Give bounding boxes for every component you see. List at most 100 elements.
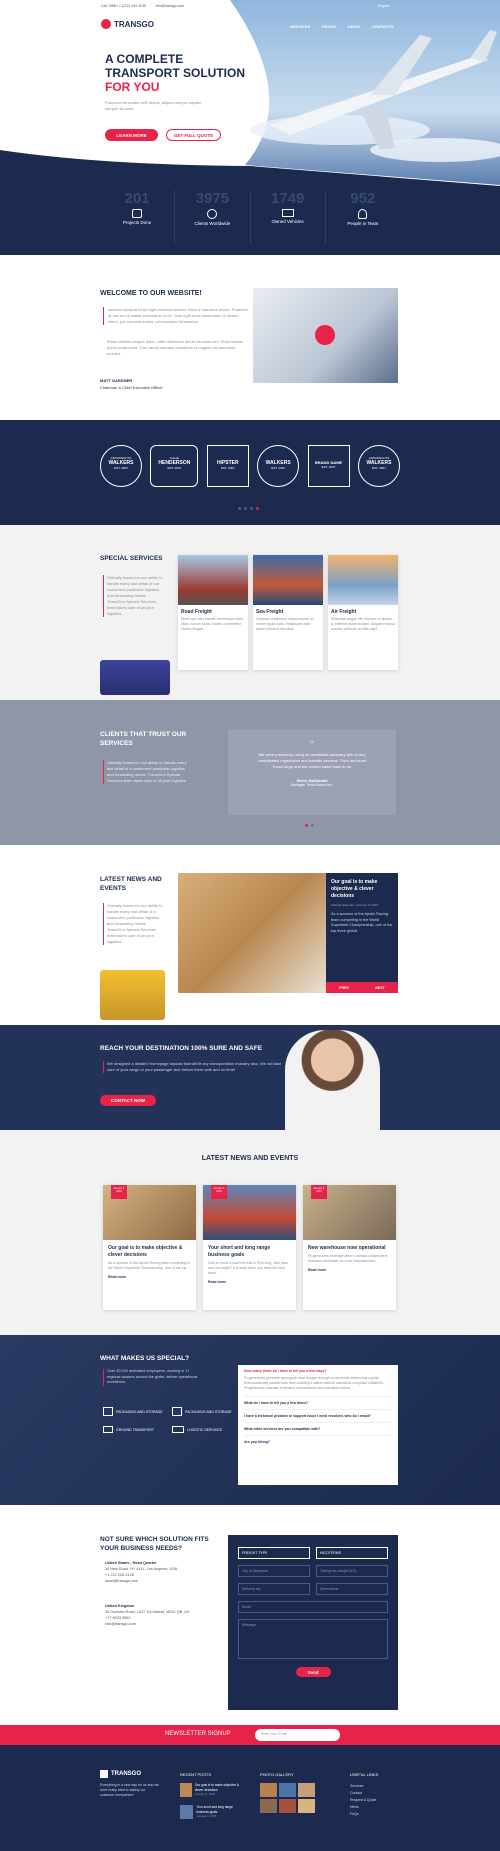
play-icon[interactable] [315,325,335,345]
air-freight-image [328,555,398,605]
gallery-photo[interactable] [260,1783,277,1797]
office-email[interactable]: info@transgo.com [105,1621,205,1627]
recent-post[interactable]: Our goal is to make objective & clever d… [180,1783,245,1797]
email-input[interactable]: Email [238,1601,388,1613]
news-card-text: As a sponsor of the Apollo Racing team c… [108,1261,191,1270]
clients-title: CLIENTS THAT TRUST OUR SERVICES [100,731,187,747]
truck-image [100,660,170,695]
stat-label: Owned Vehicles [271,219,304,224]
useful-links-title: USEFUL LINKS [350,1772,379,1777]
faq-question[interactable]: I have a technical problem or support is… [244,1409,392,1422]
logo[interactable]: TRANSGO [101,19,154,29]
news-post-title[interactable]: Our goal is to make objective & clever d… [331,879,393,900]
topbar-email[interactable]: info@transgo.com [156,4,184,8]
nav-news[interactable]: NEWS [348,24,360,29]
news-nav: PREV NEXT [326,982,398,993]
stat-number: 1749 [270,190,305,207]
stat-label: Projects Done [122,220,152,225]
welcome-paragraph-1: Aenean volutpat tortor eget euismod laor… [103,307,248,325]
send-button[interactable]: Send [295,1667,331,1677]
message-textarea[interactable]: Message [238,1619,388,1659]
service-card-sea[interactable]: Sea Freight Vivamus vestibulum luctus ma… [253,555,323,670]
service-card-road[interactable]: Road Freight Morbi sed odio blandit, ele… [178,555,248,670]
service-title: Air Freight [331,609,357,615]
gallery-photo[interactable] [298,1783,315,1797]
testimonial-dots[interactable] [305,824,314,827]
read-more-link[interactable]: Read more [103,1271,196,1283]
road-freight-image [178,555,248,605]
footer-link[interactable]: FAQs [350,1811,376,1818]
next-button[interactable]: NEXT [375,986,384,990]
dimensions-input[interactable]: Dimensions [316,1583,388,1595]
quote-icon: “ [310,738,314,752]
learn-more-button[interactable]: LEARN MORE [105,129,158,141]
partner-logo[interactable]: ASTRONAUTS WALKERS EST. 2007 [100,445,142,487]
footer-link[interactable]: Contact [350,1790,376,1797]
gallery-photo[interactable] [279,1783,296,1797]
nav-pages[interactable]: PAGES [322,24,336,29]
topbar-phone: Call 1988 • 1 (212) 234 4138 [101,4,146,8]
recent-post-title: Your short and long range business goals [196,1805,233,1814]
recent-post[interactable]: Your short and long range business goals… [180,1805,245,1819]
footer-link[interactable]: Request A Quote [350,1797,376,1804]
recent-post-date: January 3, 2016 [196,1814,217,1818]
nav-services[interactable]: SERVICES [290,24,310,29]
delivery-input[interactable]: Delivery city [238,1583,310,1595]
departure-input[interactable]: City of departure [238,1565,310,1577]
recent-post-title: Our goal is to make objective & clever d… [194,1783,239,1792]
partner-logo[interactable]: HIPSTER EST. 2007 [206,445,249,487]
cta-title: REACH YOUR DESTINATION 100% SURE AND SAF… [100,1045,263,1052]
read-more-link[interactable]: Read more [203,1276,296,1288]
contact-now-button[interactable]: CONTACT NOW [100,1095,156,1106]
hero-text: Praesent venenatis velit neque, aliquet … [105,100,202,111]
footer-link[interactable]: Services [350,1783,376,1790]
get-quote-button[interactable]: GET FULL QUOTE [166,129,221,141]
footer: TRANSGO Everything is a new day for us a… [0,1745,500,1851]
partner-logo[interactable]: WALKERS EST. 2007 [257,445,300,487]
news-text: Globally known for our ability to handle… [103,903,163,945]
hero-title-3: FOR YOU [105,80,160,94]
stats-row: 201 Projects Done 3975 Clients Worldwide… [100,190,400,245]
footer-link[interactable]: News [350,1804,376,1811]
news-card[interactable]: January 3, 2016 Our goal is to make obje… [103,1185,196,1310]
gallery-photo[interactable] [298,1799,315,1813]
carousel-dots[interactable] [238,507,259,510]
office-uk: United Kingdom 30 Dunham Road, LA27 Ka M… [105,1603,205,1627]
faq-question[interactable]: How many times do I have to tell you a f… [244,1369,392,1373]
stat-number: 3975 [195,190,230,207]
feature-label: GROUND TRANSPORT [116,1427,154,1432]
gallery-photo[interactable] [279,1799,296,1813]
weight-input[interactable]: Total gross weight (KG) [316,1565,388,1577]
faq-question[interactable]: What other services are you compatible w… [244,1422,392,1435]
faq-question[interactable]: Are you hiring? [244,1435,392,1448]
newsletter-input[interactable]: Enter Your Email [255,1729,340,1741]
globe-icon [207,209,218,219]
partner-logo[interactable]: ASTRONAUTS WALKERS EST. 2007 [357,445,400,487]
welcome-title: WELCOME TO OUR WEBSITE! [100,290,202,297]
nav-contacts[interactable]: CONTACTS [372,24,394,29]
stat-item: 201 Projects Done [100,190,176,245]
brand-name: TRANSGO [114,19,154,29]
read-more-link[interactable]: Read more [303,1264,396,1276]
briefcase-icon [132,209,143,218]
faq-question[interactable]: What do I have to tell you a few times? [244,1396,392,1409]
office-email[interactable]: head@transgo.com [105,1578,205,1584]
partner-logo[interactable]: Joseph HENDERSON EST. 2007 [150,445,199,487]
clients-text: Globally known for our ability to handle… [103,760,188,784]
footer-logo[interactable]: TRANSGO [100,1770,141,1778]
prev-button[interactable]: PREV [339,986,349,990]
news-featured-image[interactable] [178,873,326,993]
news-card[interactable]: January 3, 2016 Your short and long rang… [203,1185,296,1310]
incoterms-select[interactable]: INCOTERMS [316,1547,388,1559]
news-card-text: Progressively leverage other's domain-in… [308,1254,388,1263]
freight-type-select[interactable]: FREIGHT TYPE [238,1547,310,1559]
news-card[interactable]: January 3, 2016 New warehouse now operat… [303,1185,396,1310]
partner-logo[interactable]: BRAND NAME EST. 2007 [307,445,350,487]
gallery-photo[interactable] [260,1799,277,1813]
logo-icon [100,1770,108,1778]
welcome-video[interactable] [253,288,398,383]
useful-links: Services Contact Request A Quote News FA… [350,1783,376,1818]
language-select[interactable]: English [378,4,389,8]
service-card-air[interactable]: Air Freight Phasellus augue elit, rhoncu… [328,555,398,670]
services-section: SPECIAL SERVICES Globally known for our … [0,525,500,700]
